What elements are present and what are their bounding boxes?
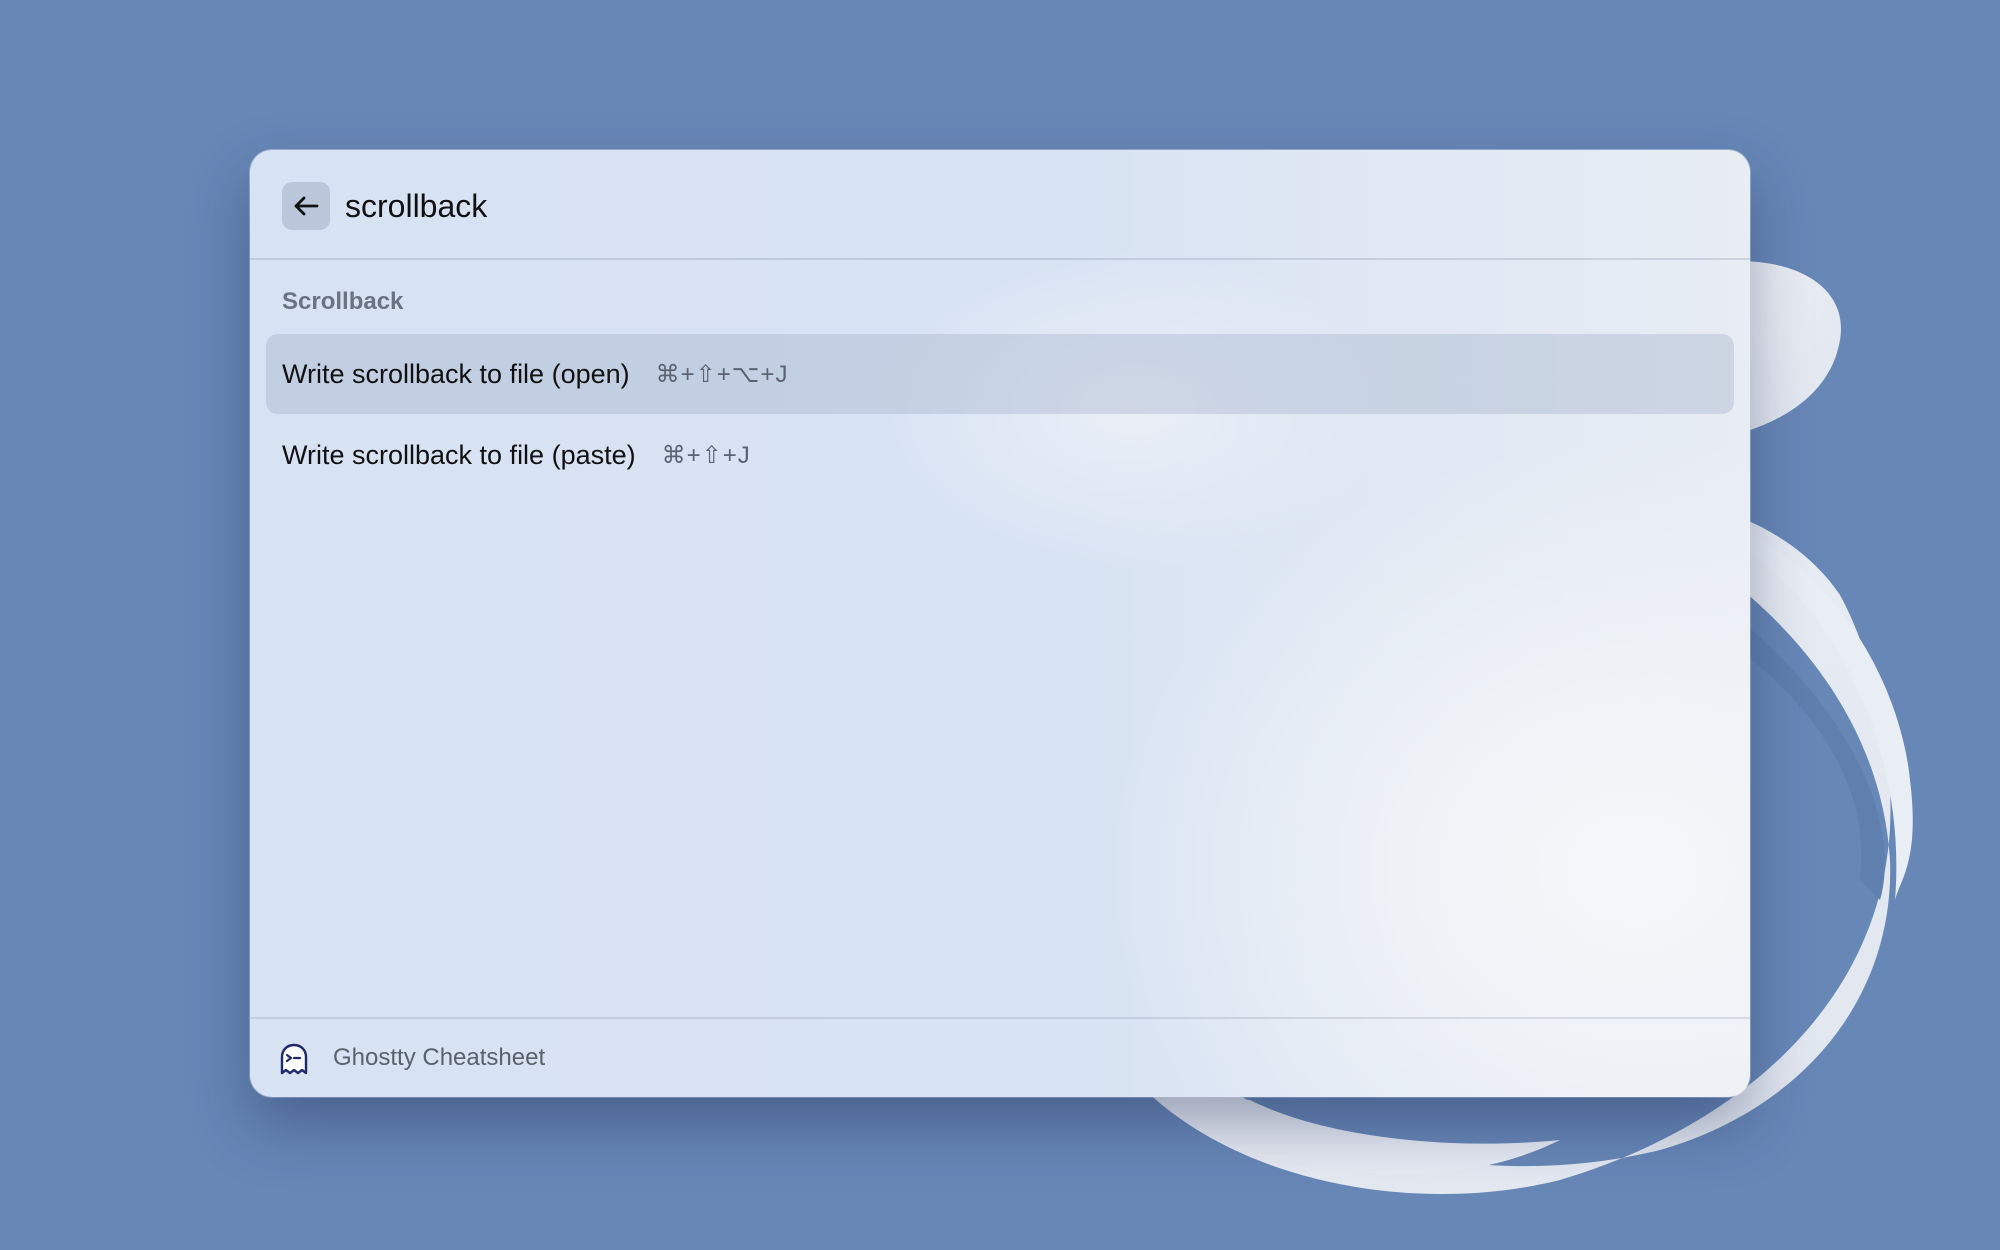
result-item-write-scrollback-open[interactable]: Write scrollback to file (open) ⌘+⇧+⌥+J xyxy=(266,334,1734,414)
footer-title: Ghostty Cheatsheet xyxy=(333,1044,546,1071)
footer: Ghostty Cheatsheet xyxy=(250,1017,1750,1097)
result-label: Write scrollback to file (open) xyxy=(282,358,630,389)
back-button[interactable] xyxy=(282,182,330,230)
result-shortcut: ⌘+⇧+⌥+J xyxy=(655,360,789,388)
section-header: Scrollback xyxy=(282,288,404,315)
search-bar xyxy=(250,150,1750,260)
ghostty-ghost-icon xyxy=(280,1043,308,1075)
command-palette: Scrollback Write scrollback to file (ope… xyxy=(250,150,1750,1097)
arrow-left-icon xyxy=(294,196,319,216)
result-item-write-scrollback-paste[interactable]: Write scrollback to file (paste) ⌘+⇧+J xyxy=(266,415,1734,495)
result-label: Write scrollback to file (paste) xyxy=(282,439,636,470)
result-shortcut: ⌘+⇧+J xyxy=(661,441,751,469)
search-input[interactable] xyxy=(345,174,1695,238)
